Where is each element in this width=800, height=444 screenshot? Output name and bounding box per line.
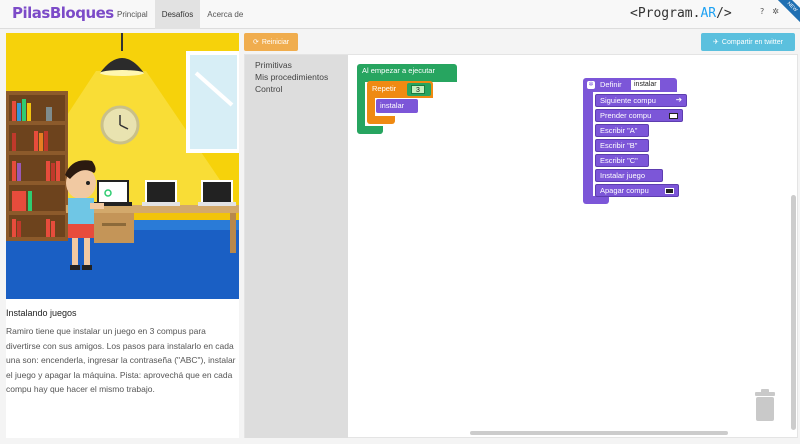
procedure-name-field[interactable]: instalar — [631, 80, 660, 90]
share-button-label: Compartir en twitter — [721, 38, 783, 46]
main-nav: Principal Desafíos Acerca de — [110, 0, 250, 29]
repeat-count-input[interactable]: 3 — [411, 85, 425, 94]
step-escribir-b[interactable]: Escribir "B" — [595, 139, 649, 152]
step-prender-compu[interactable]: Prender compu — [595, 109, 683, 122]
trash-icon[interactable] — [753, 389, 777, 421]
brand-prefix: <Program. — [630, 6, 701, 21]
brand-ar: AR — [700, 6, 717, 21]
toolbox-category-procedimientos[interactable]: Mis procedimientos — [245, 71, 348, 83]
step-siguiente-compu-label: Siguiente compu — [600, 96, 656, 105]
repeat-block-arm — [367, 98, 375, 116]
start-block-foot — [357, 126, 383, 134]
vertical-scrollbar[interactable] — [791, 195, 796, 430]
challenge-scene — [6, 33, 239, 299]
nav-item-desafios[interactable]: Desafíos — [154, 0, 201, 29]
start-block-arm — [357, 78, 365, 128]
toolbox: Primitivas Mis procedimientos Control — [245, 55, 348, 438]
step-apagar-compu-label: Apagar compu — [600, 186, 649, 195]
reset-button-label: Reiniciar — [261, 38, 290, 46]
define-arm — [583, 92, 593, 198]
define-label: Definir — [600, 80, 622, 89]
top-icons: ? ✲ — [760, 7, 779, 16]
reset-button[interactable]: ⟳ Reiniciar — [244, 33, 298, 51]
arrow-right-icon: ➔ — [675, 95, 682, 104]
step-prender-compu-label: Prender compu — [600, 111, 652, 120]
share-twitter-button[interactable]: ✈ Compartir en twitter — [701, 33, 795, 51]
computer-off-icon — [665, 188, 674, 194]
horizontal-scrollbar[interactable] — [470, 431, 728, 435]
instalar-call-block[interactable]: instalar — [376, 99, 418, 113]
gear-icon[interactable]: ✲ — [587, 81, 595, 89]
help-icon[interactable]: ? — [760, 7, 764, 16]
define-foot — [583, 196, 609, 204]
step-escribir-c[interactable]: Escribir "C" — [595, 154, 649, 167]
brand-suffix: /> — [716, 6, 732, 21]
app-logo[interactable]: PilasBloques — [12, 4, 114, 22]
step-escribir-a[interactable]: Escribir "A" — [595, 124, 649, 137]
toolbox-category-control[interactable]: Control — [245, 83, 348, 95]
blocks-workspace[interactable]: Primitivas Mis procedimientos Control Al… — [244, 54, 798, 438]
computer-icon — [669, 113, 678, 119]
nav-item-principal[interactable]: Principal — [110, 0, 155, 29]
twitter-icon: ✈ — [713, 39, 719, 46]
toolbox-category-primitivas[interactable]: Primitivas — [245, 59, 348, 71]
nav-item-acerca[interactable]: Acerca de — [200, 0, 250, 29]
start-block-label: Al empezar a ejecutar — [357, 64, 457, 78]
repeat-block-foot — [367, 116, 395, 124]
repeat-count-slot: 3 — [407, 83, 431, 96]
challenge-title: Instalando juegos — [6, 308, 77, 318]
step-instalar-juego[interactable]: Instalar juego — [595, 169, 663, 182]
program-ar-brand[interactable]: <Program.AR/> — [630, 6, 732, 21]
step-siguiente-compu[interactable]: Siguiente compu ➔ — [595, 94, 687, 107]
scene-illustration — [6, 33, 239, 299]
refresh-icon: ⟳ — [252, 39, 259, 46]
new-badge: NEW — [778, 0, 800, 22]
step-apagar-compu[interactable]: Apagar compu — [595, 184, 679, 197]
challenge-description: Ramiro tiene que instalar un juego en 3 … — [6, 326, 236, 394]
challenge-panel: Instalando juegos Ramiro tiene que insta… — [6, 33, 239, 438]
new-badge-corner: NEW — [778, 0, 800, 22]
top-navbar: PilasBloques Principal Desafíos Acerca d… — [0, 0, 800, 29]
define-header: ✲ Definir instalar — [583, 78, 677, 92]
